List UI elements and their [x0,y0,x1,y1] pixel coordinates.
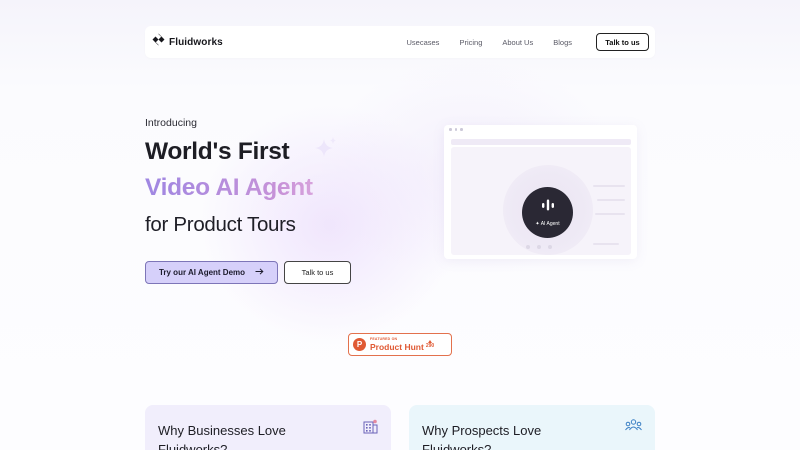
hero-talk-to-us-button[interactable]: Talk to us [284,261,351,284]
businesses-card-title: Why Businesses Love Fluidworks? [158,421,286,450]
product-hunt-badge[interactable]: P FEATURED ON Product Hunt 290 [348,333,452,356]
prospects-card-title-line1: Why Prospects Love [422,423,542,438]
brand-logo[interactable]: Fluidworks [152,33,223,51]
product-hunt-logo-icon: P [353,338,366,351]
nav-link-about-us[interactable]: About Us [502,38,533,47]
businesses-card: Why Businesses Love Fluidworks? [145,405,391,450]
product-hunt-name: Product Hunt [370,341,424,352]
preview-toolbar [451,139,631,145]
chat-control-icon[interactable] [537,245,541,249]
businesses-card-title-line2: Fluidworks? [158,442,228,450]
prospects-card-title-line2: Fluidworks? [422,442,492,450]
window-chrome [444,125,637,134]
top-navbar: Fluidworks Usecases Pricing About Us Blo… [145,26,655,58]
voice-wave-icon [541,198,555,216]
camera-control-icon[interactable] [548,245,552,249]
nav-links: Usecases Pricing About Us Blogs [407,38,573,47]
brand-name: Fluidworks [169,36,223,48]
placeholder-line [593,243,619,245]
product-hunt-vote-count: 290 [425,343,435,349]
try-ai-agent-demo-button[interactable]: Try our AI Agent Demo [145,261,278,284]
ai-agent-label: ✦ AI Agent [535,221,560,227]
prospects-card: Why Prospects Love Fluidworks? [409,405,655,450]
nav-link-usecases[interactable]: Usecases [407,38,440,47]
hero-title-line3: for Product Tours [145,213,296,236]
mic-control-icon[interactable] [526,245,530,249]
window-dot [454,128,457,131]
hero-intro: Introducing [145,117,197,129]
sparkle-icon [311,135,339,168]
hero-title-line2: Video AI Agent [145,174,313,201]
product-hunt-text: FEATURED ON Product Hunt [370,337,424,352]
product-hunt-featured: FEATURED ON [370,337,398,341]
background [0,0,800,450]
product-tour-preview: ✦ AI Agent [444,125,637,259]
window-dot [449,128,452,131]
people-group-icon [625,419,642,437]
ai-agent-button[interactable]: ✦ AI Agent [522,187,573,238]
try-demo-label: Try our AI Agent Demo [158,268,246,277]
placeholder-line [593,185,625,187]
prospects-card-title: Why Prospects Love Fluidworks? [422,421,541,450]
nav-link-pricing[interactable]: Pricing [459,38,482,47]
nav-link-blogs[interactable]: Blogs [553,38,572,47]
placeholder-line [597,199,625,201]
preview-canvas: ✦ AI Agent [451,147,631,255]
building-icon [363,419,378,439]
hero-title-line1: World's First [145,138,290,165]
arrow-right-icon [255,268,264,277]
placeholder-line [595,213,625,215]
window-dot [460,128,463,131]
businesses-card-title-line1: Why Businesses Love [158,423,286,438]
product-hunt-votes: 290 [426,340,434,349]
fluidworks-logo-icon [152,33,165,51]
nav-talk-to-us-button[interactable]: Talk to us [596,33,649,51]
